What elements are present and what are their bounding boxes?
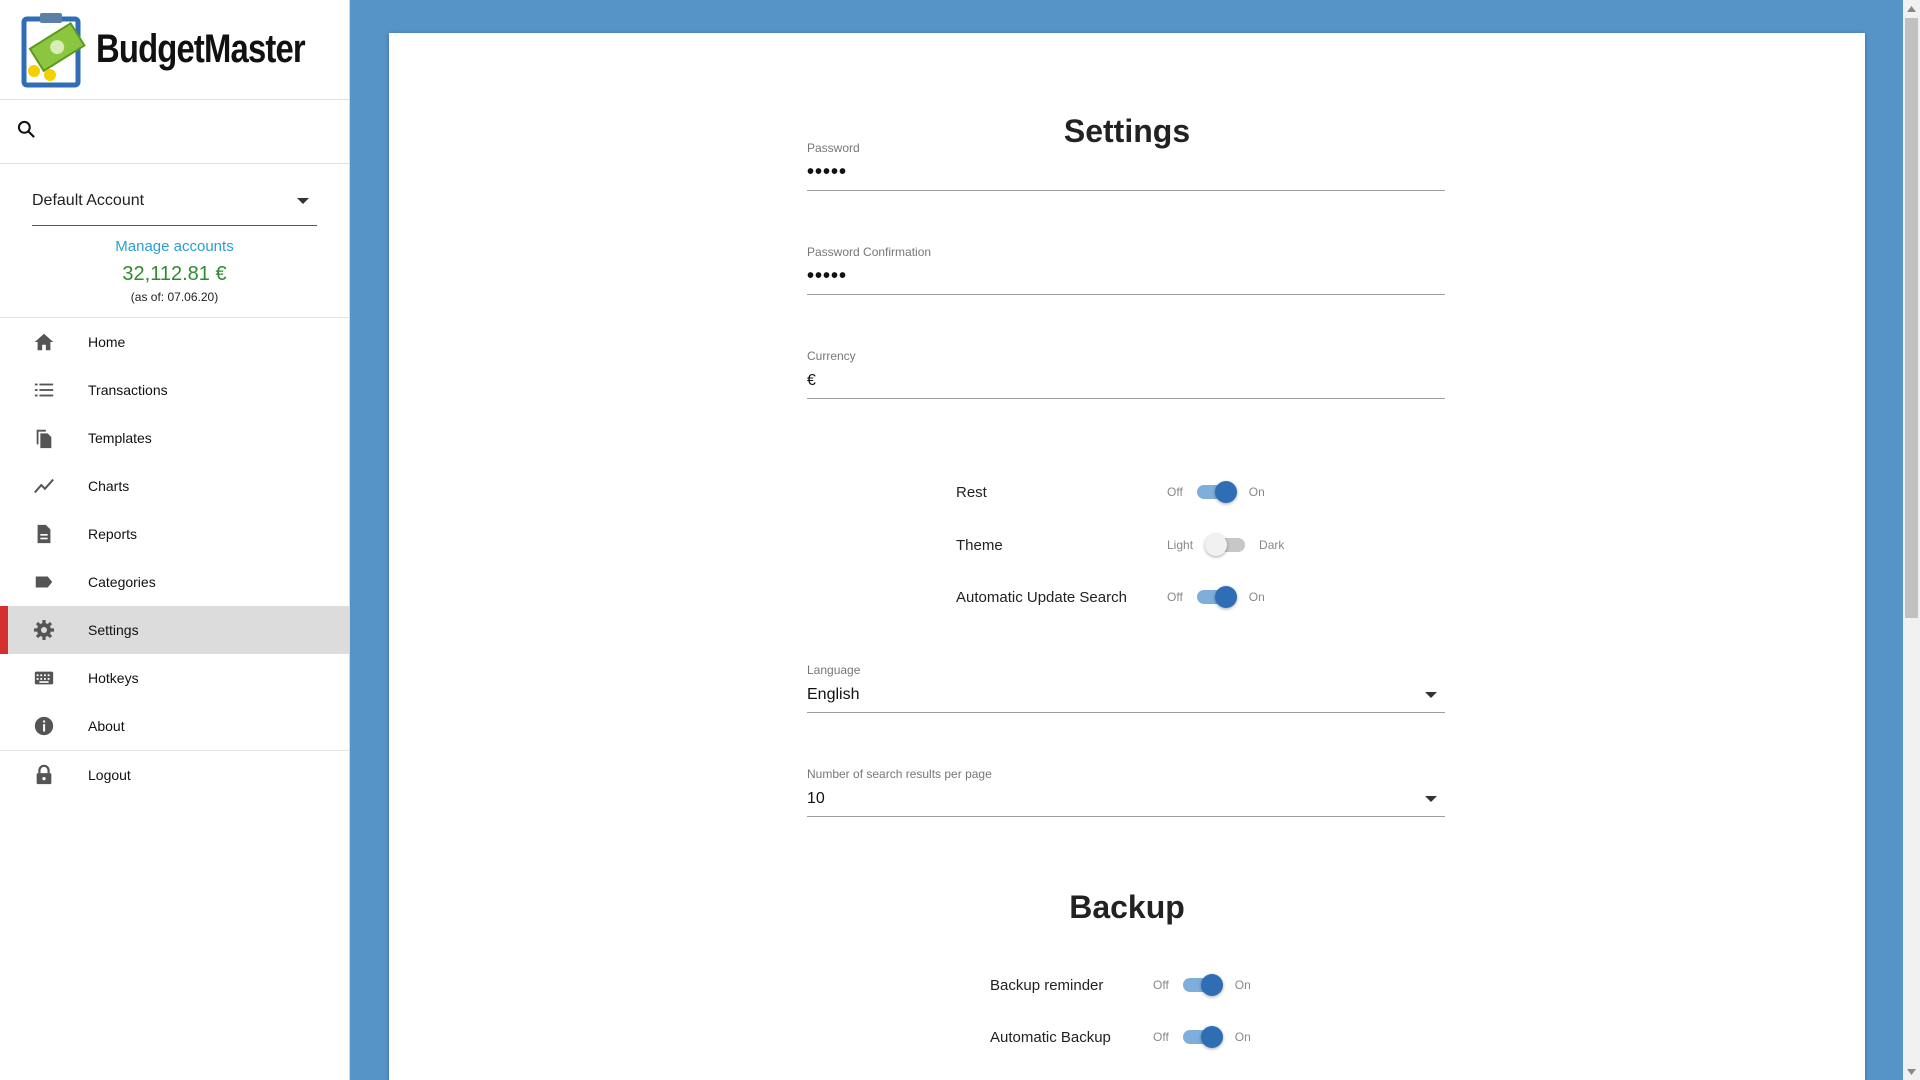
search-results-label: Number of search results per page: [807, 767, 992, 781]
home-icon: [32, 330, 56, 354]
label-icon: [32, 570, 56, 594]
backup-reminder-off-label: Off: [1153, 978, 1169, 992]
sidebar-item-label: Templates: [88, 430, 152, 446]
rest-label: Rest: [956, 483, 987, 501]
copy-icon: [32, 426, 56, 450]
password-confirmation-field[interactable]: Password Confirmation •••••: [807, 245, 1445, 295]
sidebar-item-label: Categories: [88, 574, 156, 590]
automatic-backup-off-label: Off: [1153, 1030, 1169, 1044]
automatic-backup-switch[interactable]: [1182, 1026, 1223, 1048]
theme-toggle[interactable]: Light Dark: [1167, 534, 1285, 556]
account-balance: 32,112.81 €: [122, 263, 227, 285]
account-select[interactable]: Default Account: [32, 176, 317, 226]
password-input[interactable]: •••••: [807, 161, 847, 184]
document-icon: [32, 522, 56, 546]
manage-accounts-link[interactable]: Manage accounts: [32, 238, 317, 255]
password-field[interactable]: Password •••••: [807, 141, 1445, 191]
automatic-backup-on-label: On: [1234, 1030, 1251, 1044]
update-search-off-label: Off: [1167, 590, 1183, 604]
balance-date: (as of: 07.06.20): [130, 290, 219, 304]
scroll-up-icon[interactable]: [1903, 0, 1920, 17]
automatic-backup-label: Automatic Backup: [990, 1028, 1111, 1046]
sidebar-item-label: Settings: [88, 622, 139, 638]
update-search-switch-row: Automatic Update Search Off On: [956, 583, 1265, 611]
backup-reminder-switch[interactable]: [1182, 974, 1223, 996]
theme-light-label: Light: [1167, 538, 1194, 552]
sidebar-item-hotkeys[interactable]: Hotkeys: [0, 654, 349, 702]
sidebar-item-label: Reports: [88, 526, 138, 542]
search-results-value: 10: [807, 789, 825, 807]
password-label: Password: [807, 141, 860, 155]
rest-switch-row: Rest Off On: [956, 478, 1265, 506]
scroll-down-icon[interactable]: [1903, 1063, 1920, 1080]
scrollbar[interactable]: [1903, 0, 1920, 1080]
sidebar-nav: Home Transactions Templates Charts Repor…: [0, 318, 349, 799]
rest-switch[interactable]: [1196, 481, 1237, 503]
backup-reminder-switch-row: Backup reminder Off On: [990, 971, 1251, 999]
gear-icon: [32, 618, 56, 642]
lock-icon: [32, 763, 56, 787]
search-bar[interactable]: [0, 100, 349, 164]
sidebar-item-logout[interactable]: Logout: [0, 751, 349, 799]
sidebar-item-charts[interactable]: Charts: [0, 462, 349, 510]
currency-label: Currency: [807, 349, 856, 363]
settings-card: Settings Password ••••• Password Confirm…: [389, 33, 1865, 1080]
update-search-toggle[interactable]: Off On: [1167, 586, 1265, 608]
automatic-backup-toggle[interactable]: Off On: [1153, 1026, 1251, 1048]
sidebar-item-label: About: [88, 718, 125, 734]
sidebar-item-label: Transactions: [88, 382, 168, 398]
automatic-backup-switch-row: Automatic Backup Off On: [990, 1023, 1251, 1051]
sidebar-item-settings[interactable]: Settings: [0, 606, 349, 654]
sidebar-item-about[interactable]: About: [0, 702, 349, 750]
language-value: English: [807, 685, 860, 703]
chevron-down-icon[interactable]: [1425, 795, 1437, 802]
rest-off-label: Off: [1167, 485, 1183, 499]
sidebar-item-label: Home: [88, 334, 126, 350]
language-select[interactable]: Language English: [807, 663, 1445, 713]
search-icon[interactable]: [16, 119, 36, 144]
list-icon: [32, 378, 56, 402]
rest-toggle[interactable]: Off On: [1167, 481, 1265, 503]
password-confirmation-input[interactable]: •••••: [807, 265, 847, 288]
chevron-down-icon: [297, 197, 309, 204]
language-label: Language: [807, 663, 861, 677]
sidebar-item-label: Hotkeys: [88, 670, 139, 686]
info-icon: [32, 714, 56, 738]
theme-switch-row: Theme Light Dark: [956, 531, 1284, 559]
sidebar-item-categories[interactable]: Categories: [0, 558, 349, 606]
keyboard-icon: [32, 666, 56, 690]
backup-title: Backup: [1069, 889, 1185, 925]
brand[interactable]: BudgetMaster: [0, 0, 349, 100]
sidebar: BudgetMaster Default Account Manage acco…: [0, 0, 350, 1080]
sidebar-item-transactions[interactable]: Transactions: [0, 366, 349, 414]
sidebar-item-label: Logout: [88, 767, 131, 783]
update-search-on-label: On: [1248, 590, 1265, 604]
theme-switch[interactable]: [1205, 534, 1246, 556]
theme-label: Theme: [956, 536, 1003, 554]
theme-dark-label: Dark: [1259, 538, 1285, 552]
scroll-thumb[interactable]: [1905, 18, 1918, 618]
sidebar-item-label: Charts: [88, 478, 130, 494]
rest-on-label: On: [1248, 485, 1265, 499]
app-title: BudgetMaster: [96, 27, 306, 71]
backup-reminder-toggle[interactable]: Off On: [1153, 974, 1251, 996]
backup-reminder-on-label: On: [1234, 978, 1251, 992]
chart-line-icon: [32, 474, 56, 498]
update-search-label: Automatic Update Search: [956, 588, 1127, 606]
backup-reminder-label: Backup reminder: [990, 976, 1104, 994]
currency-input[interactable]: €: [807, 372, 816, 390]
chevron-down-icon[interactable]: [1425, 691, 1437, 698]
update-search-switch[interactable]: [1196, 586, 1237, 608]
password-confirmation-label: Password Confirmation: [807, 245, 932, 259]
account-panel: Default Account Manage accounts 32,112.8…: [0, 176, 349, 318]
sidebar-item-home[interactable]: Home: [0, 318, 349, 366]
account-select-value: Default Account: [32, 191, 145, 209]
budgetmaster-logo-icon: [20, 9, 90, 91]
sidebar-item-reports[interactable]: Reports: [0, 510, 349, 558]
sidebar-item-templates[interactable]: Templates: [0, 414, 349, 462]
currency-field[interactable]: Currency €: [807, 349, 1445, 399]
search-results-select[interactable]: Number of search results per page 10: [807, 767, 1445, 817]
